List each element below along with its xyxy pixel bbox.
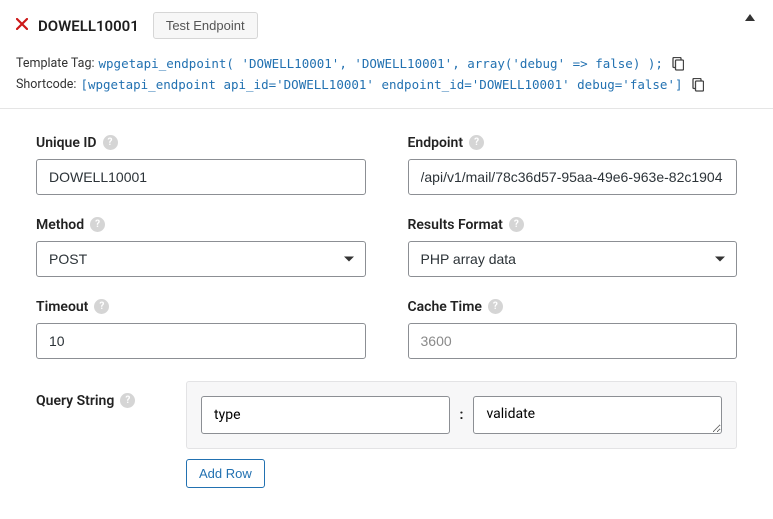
timeout-label: Timeout ?: [36, 299, 366, 315]
results-format-label: Results Format ?: [408, 217, 738, 233]
snippet-block: Template Tag: wpgetapi_endpoint( 'DOWELL…: [0, 49, 773, 109]
test-endpoint-button[interactable]: Test Endpoint: [153, 12, 258, 39]
label-text: Endpoint: [408, 135, 464, 151]
template-tag-code: wpgetapi_endpoint( 'DOWELL10001', 'DOWEL…: [99, 53, 663, 74]
endpoint-input[interactable]: [408, 159, 738, 195]
help-icon[interactable]: ?: [120, 393, 135, 408]
query-string-value-input[interactable]: validate: [473, 396, 722, 434]
help-icon[interactable]: ?: [103, 135, 118, 150]
label-text: Method: [36, 217, 84, 233]
query-string-label: Query String ?: [36, 393, 166, 409]
label-text: Query String: [36, 393, 114, 409]
unique-id-label: Unique ID ?: [36, 135, 366, 151]
method-label: Method ?: [36, 217, 366, 233]
endpoint-label: Endpoint ?: [408, 135, 738, 151]
help-icon[interactable]: ?: [90, 217, 105, 232]
shortcode-code: [wpgetapi_endpoint api_id='DOWELL10001' …: [80, 74, 682, 95]
shortcode-row: Shortcode: [wpgetapi_endpoint api_id='DO…: [16, 74, 757, 95]
results-format-select[interactable]: PHP array data: [408, 241, 738, 277]
query-string-row: : validate: [186, 381, 737, 449]
copy-icon[interactable]: [671, 57, 684, 71]
cache-time-input[interactable]: [408, 323, 738, 359]
label-text: Timeout: [36, 299, 88, 315]
endpoint-header: DOWELL10001 Test Endpoint: [0, 0, 773, 49]
query-string-key-input[interactable]: [201, 396, 450, 434]
colon-separator: :: [460, 407, 464, 423]
endpoint-title: DOWELL10001: [38, 17, 139, 35]
shortcode-label: Shortcode:: [16, 74, 76, 95]
help-icon[interactable]: ?: [509, 217, 524, 232]
collapse-icon[interactable]: [745, 14, 755, 21]
help-icon[interactable]: ?: [94, 299, 109, 314]
label-text: Unique ID: [36, 135, 97, 151]
unique-id-input[interactable]: [36, 159, 366, 195]
label-text: Cache Time: [408, 299, 482, 315]
template-tag-label: Template Tag:: [16, 53, 95, 74]
method-select[interactable]: POST: [36, 241, 366, 277]
template-tag-row: Template Tag: wpgetapi_endpoint( 'DOWELL…: [16, 53, 757, 74]
timeout-input[interactable]: [36, 323, 366, 359]
form-area: Unique ID ? Endpoint ? Method ? POST: [0, 109, 773, 498]
label-text: Results Format: [408, 217, 503, 233]
help-icon[interactable]: ?: [488, 299, 503, 314]
help-icon[interactable]: ?: [469, 135, 484, 150]
copy-icon[interactable]: [691, 78, 704, 92]
add-row-button[interactable]: Add Row: [186, 459, 265, 488]
cache-time-label: Cache Time ?: [408, 299, 738, 315]
close-icon[interactable]: [16, 18, 28, 34]
